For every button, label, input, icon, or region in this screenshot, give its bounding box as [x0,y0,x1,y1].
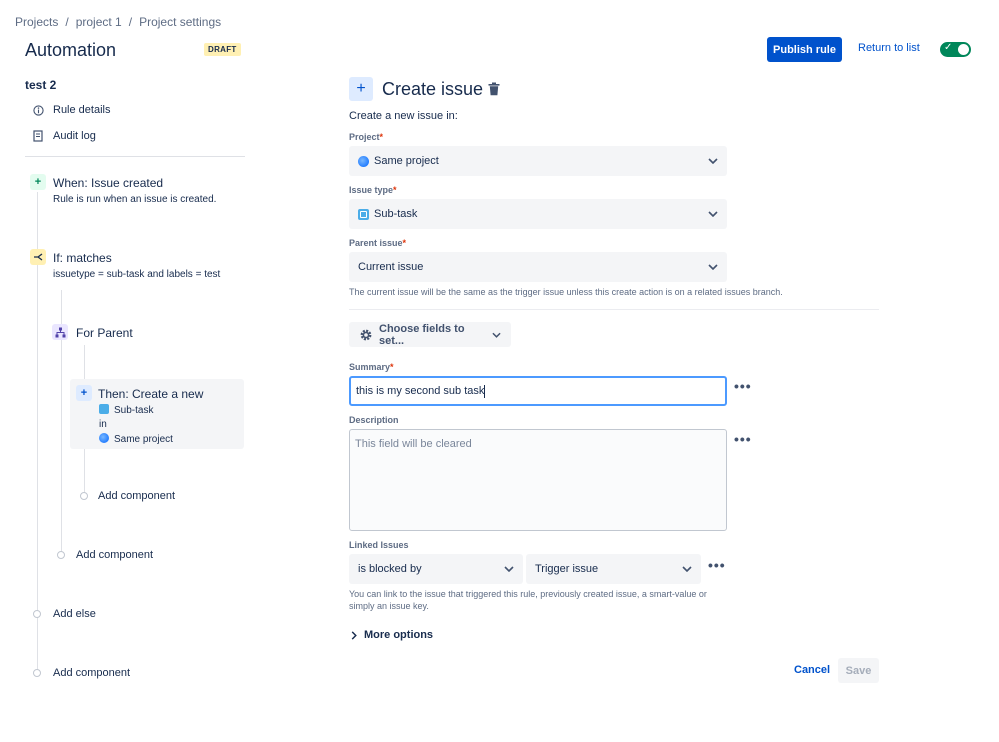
rule-details-link[interactable]: Rule details [32,104,110,116]
breadcrumb: Projects / project 1 / Project settings [15,15,221,29]
chevron-down-icon [708,208,718,220]
chevron-down-icon [504,563,514,575]
subtask-icon [358,208,369,220]
summary-input[interactable]: this is my second sub task [349,376,727,406]
action-project: Same project [99,433,173,445]
create-issue-title: Create issue [382,79,484,99]
more-options-label: More options [364,629,434,641]
project-icon [358,155,369,167]
parent-issue-value: Current issue [358,261,424,273]
link-target-select[interactable]: Trigger issue [526,554,701,584]
description-label: Description [349,415,399,425]
breadcrumb-separator: / [128,15,133,29]
chevron-right-icon [351,629,357,641]
add-component-link[interactable]: Add component [76,549,153,561]
audit-log-link[interactable]: Audit log [32,130,96,142]
rule-name: test 2 [25,78,57,92]
linked-helper-line-2: simply an issue key. [349,601,429,611]
summary-more-icon[interactable]: ••• [734,378,752,394]
description-field[interactable]: This field will be cleared [349,429,727,531]
link-type-value: is blocked by [358,563,422,575]
audit-log-label: Audit log [53,130,96,142]
subtask-icon [99,404,109,414]
info-icon [32,104,44,116]
trigger-plus-icon: + [30,174,46,190]
project-label: Project* [349,132,384,142]
chevron-down-icon [708,155,718,167]
page-title: Automation [25,40,117,60]
issue-type-value: Sub-task [374,208,418,220]
gear-icon [359,328,373,342]
choose-fields-button[interactable]: Choose fields to set... [349,322,511,347]
add-component-link[interactable]: Add component [53,667,130,679]
chevron-down-icon [708,261,718,273]
save-button[interactable]: Save [838,658,879,683]
create-intro: Create a new issue in: [349,110,458,122]
create-issue-plus-icon: + [349,77,373,101]
rule-details-label: Rule details [53,104,111,116]
condition-branch-icon [30,249,46,265]
condition-subtitle: issuetype = sub-task and labels = test [53,269,221,280]
link-target-value: Trigger issue [535,563,599,575]
breadcrumb-projects[interactable]: Projects [15,15,58,29]
chevron-down-icon [492,332,501,338]
choose-fields-label: Choose fields to set... [379,322,465,347]
section-divider [349,309,879,310]
audit-log-icon [32,130,44,142]
branch-title[interactable]: For Parent [76,326,133,340]
add-component-dot [80,492,88,500]
action-issue-type: Sub-task [99,404,153,416]
rule-enabled-toggle[interactable]: ✓ [940,42,971,57]
breadcrumb-project-settings[interactable]: Project settings [139,15,221,29]
description-placeholder: This field will be cleared [355,438,472,450]
publish-rule-button[interactable]: Publish rule [767,37,842,62]
more-options-toggle[interactable]: More options [351,629,433,641]
check-icon: ✓ [944,42,953,53]
toggle-knob [958,44,969,55]
action-in: in [99,419,107,430]
parent-issue-select[interactable]: Current issue [349,252,727,282]
summary-label: Summary* [349,362,394,372]
issue-type-select[interactable]: Sub-task [349,199,727,229]
add-else-dot [33,610,41,618]
chevron-down-icon [682,563,692,575]
project-icon [99,433,109,443]
project-select[interactable]: Same project [349,146,727,176]
trigger-subtitle: Rule is run when an issue is created. [53,194,217,205]
add-else-link[interactable]: Add else [53,608,96,620]
summary-value: this is my second sub task [356,385,485,397]
breadcrumb-project-1[interactable]: project 1 [76,15,122,29]
status-badge: DRAFT [204,43,241,56]
linked-helper-line-1: You can link to the issue that triggered… [349,589,707,599]
cancel-button[interactable]: Cancel [794,664,830,676]
sidebar-divider [25,156,245,157]
text-cursor [484,384,486,398]
project-value: Same project [374,155,439,167]
add-component-dot [57,551,65,559]
action-title: Then: Create a new [98,387,204,401]
breadcrumb-separator: / [65,15,69,29]
linked-issues-label: Linked Issues [349,540,409,550]
add-component-link[interactable]: Add component [98,490,175,502]
action-plus-icon: + [76,385,92,401]
linked-more-icon[interactable]: ••• [708,557,726,573]
trash-icon[interactable] [488,82,500,96]
parent-issue-helper: The current issue will be the same as th… [349,287,783,297]
description-more-icon[interactable]: ••• [734,431,752,447]
condition-title[interactable]: If: matches [53,251,112,265]
trigger-title[interactable]: When: Issue created [53,176,163,190]
return-to-list-link[interactable]: Return to list [858,42,920,54]
add-component-dot [33,669,41,677]
parent-issue-label: Parent issue* [349,238,407,248]
issue-type-label: Issue type* [349,185,397,195]
branch-hierarchy-icon [52,324,68,340]
link-type-select[interactable]: is blocked by [349,554,523,584]
